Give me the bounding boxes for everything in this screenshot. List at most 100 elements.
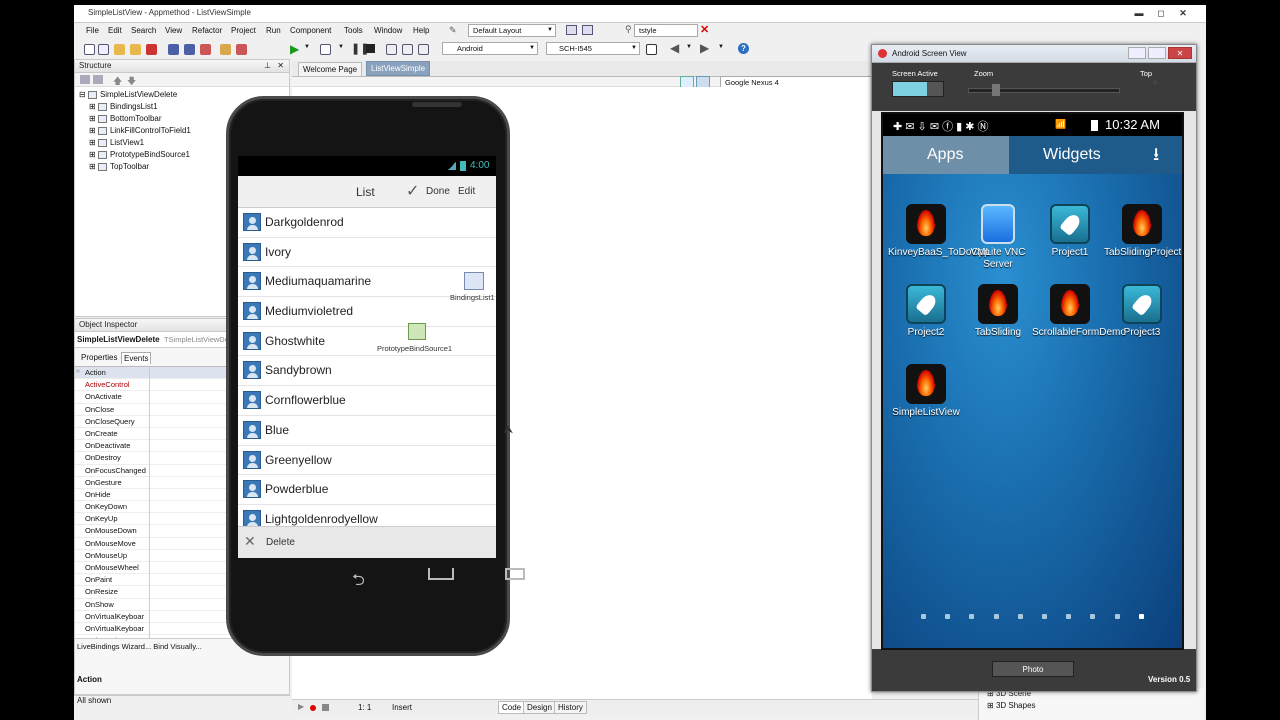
expand-icon[interactable]	[80, 75, 90, 84]
tab-welcome[interactable]: Welcome Page	[298, 62, 363, 77]
palette-3d-shapes[interactable]: ⊞ 3D Shapes	[979, 700, 1204, 712]
menu-run[interactable]: Run	[266, 26, 281, 35]
app-tabsliding[interactable]: TabSliding	[960, 284, 1036, 339]
prototype-bindsource-icon[interactable]	[408, 323, 426, 340]
open-project-icon[interactable]	[130, 44, 141, 55]
menu-view[interactable]: View	[165, 26, 182, 35]
list-item[interactable]: Greenyellow	[238, 445, 496, 476]
save-icon[interactable]	[168, 44, 179, 55]
stop-macro-icon[interactable]	[322, 704, 329, 711]
page-indicator-dot[interactable]	[1017, 614, 1023, 619]
done-button[interactable]: Done	[426, 186, 450, 197]
app-project3[interactable]: Project3	[1104, 284, 1180, 339]
stop-icon[interactable]	[366, 44, 375, 53]
record-icon[interactable]	[310, 705, 316, 711]
new-icon[interactable]	[84, 44, 95, 55]
run-icon[interactable]: ▶	[290, 42, 299, 56]
menu-project[interactable]: Project	[231, 26, 256, 35]
search-input[interactable]: tstyle	[634, 24, 698, 37]
list-item[interactable]: Blue	[238, 415, 496, 446]
list-item[interactable]: Darkgoldenrod	[238, 208, 496, 238]
page-indicator-dot[interactable]	[921, 614, 926, 619]
page-indicator-dot[interactable]	[993, 614, 999, 619]
device-icon[interactable]	[646, 44, 657, 55]
play-macro-icon[interactable]: ▶	[298, 702, 304, 711]
bindingslist-icon[interactable]	[464, 272, 484, 290]
page-indicator-dot[interactable]	[1114, 614, 1120, 619]
page-indicator-dot[interactable]	[1042, 614, 1047, 619]
forward-dropdown-icon[interactable]: ▼	[718, 44, 724, 50]
direction-pad[interactable]: ⁘	[1132, 79, 1178, 105]
list-item[interactable]: Sandybrown	[238, 356, 496, 387]
help-icon[interactable]: ?	[738, 43, 749, 54]
minimize-icon[interactable]	[1128, 47, 1146, 59]
list-item[interactable]: Ivory	[238, 237, 496, 268]
tab-design[interactable]: Design	[523, 701, 556, 714]
run-dropdown-icon[interactable]: ▼	[304, 44, 310, 50]
maximize-icon[interactable]	[1148, 47, 1166, 59]
menu-component[interactable]: Component	[290, 26, 331, 35]
maximize-icon[interactable]: ◻	[1154, 7, 1168, 19]
menu-tools[interactable]: Tools	[344, 26, 363, 35]
trace-icon[interactable]	[402, 44, 413, 55]
layout-combo[interactable]: Default Layout ▼	[468, 24, 556, 37]
menu-help[interactable]: Help	[413, 26, 429, 35]
list-item[interactable]: Cornflowerblue	[238, 386, 496, 416]
set-debug-desktop-icon[interactable]	[582, 25, 593, 35]
tab-history[interactable]: History	[554, 701, 587, 714]
pin-icon[interactable]: ⊥	[264, 60, 271, 72]
app-vmlite-vnc-server[interactable]: VMLite VNC Server	[960, 204, 1036, 271]
back-dropdown-icon[interactable]: ▼	[686, 44, 692, 50]
page-indicator-dot[interactable]	[945, 614, 951, 619]
platform-combo[interactable]: Android ▼	[442, 42, 538, 55]
tab-code[interactable]: Code	[498, 701, 526, 714]
remove-file-icon[interactable]	[236, 44, 247, 55]
up-arrow-icon[interactable]: 🡅	[113, 74, 122, 90]
close-icon[interactable]: ✕	[1176, 7, 1190, 19]
tab-apps[interactable]: Apps	[883, 136, 1009, 174]
app-scrollableformdemo[interactable]: ScrollableFormDemo	[1032, 284, 1126, 339]
app-project2[interactable]: Project2	[888, 284, 964, 339]
photo-button[interactable]: Photo	[992, 661, 1074, 677]
down-arrow-icon[interactable]: 🡇	[127, 74, 136, 90]
step-icon[interactable]	[386, 44, 397, 55]
tab-listviewsimple[interactable]: ListViewSimple	[366, 61, 431, 76]
list-item[interactable]: Powderblue	[238, 475, 496, 505]
app-simplelistview[interactable]: SimpleListView	[888, 364, 964, 419]
page-indicator-dot[interactable]	[1090, 614, 1096, 619]
forward-icon[interactable]: ▶	[700, 41, 709, 55]
menu-edit[interactable]: Edit	[108, 26, 122, 35]
reopen-icon[interactable]	[146, 44, 157, 55]
remove-icon[interactable]	[200, 44, 211, 55]
minimize-icon[interactable]: ▬	[1132, 7, 1146, 19]
menu-refactor[interactable]: Refactor	[192, 26, 222, 35]
collapse-icon[interactable]	[93, 75, 103, 84]
clear-search-icon[interactable]: ✕	[700, 23, 709, 36]
close-icon[interactable]: ✕	[277, 60, 284, 72]
zoom-slider-thumb[interactable]	[992, 84, 1000, 96]
page-indicator-dot[interactable]	[1066, 614, 1072, 619]
delete-button[interactable]: Delete	[266, 537, 295, 548]
menu-window[interactable]: Window	[374, 26, 402, 35]
app-project1[interactable]: Project1	[1032, 204, 1108, 259]
debug-dropdown-icon[interactable]: ▼	[338, 44, 344, 50]
page-indicator-dot[interactable]	[969, 614, 975, 619]
new-item-icon[interactable]	[98, 44, 109, 55]
device-combo[interactable]: SCH-I545 ▼	[546, 42, 640, 55]
tab-properties[interactable]: Properties	[81, 353, 117, 362]
save-all-icon[interactable]	[184, 44, 195, 55]
trace-into-icon[interactable]	[418, 44, 429, 55]
zoom-slider[interactable]	[968, 88, 1120, 93]
close-icon[interactable]: ✕	[1168, 47, 1192, 59]
tab-widgets[interactable]: Widgets	[1043, 146, 1101, 164]
screen-active-toggle[interactable]	[892, 81, 944, 97]
page-indicator-dot[interactable]	[1138, 614, 1144, 619]
edit-button[interactable]: Edit	[458, 186, 475, 197]
save-desktop-icon[interactable]	[566, 25, 577, 35]
list-item[interactable]: Lightgoldenrodyellow	[238, 504, 496, 526]
menu-file[interactable]: File	[86, 26, 99, 35]
back-icon[interactable]: ◀	[670, 41, 679, 55]
tab-events[interactable]: Events	[121, 352, 152, 364]
open-icon[interactable]	[114, 44, 125, 55]
download-icon[interactable]: ⭳	[1153, 142, 1159, 172]
